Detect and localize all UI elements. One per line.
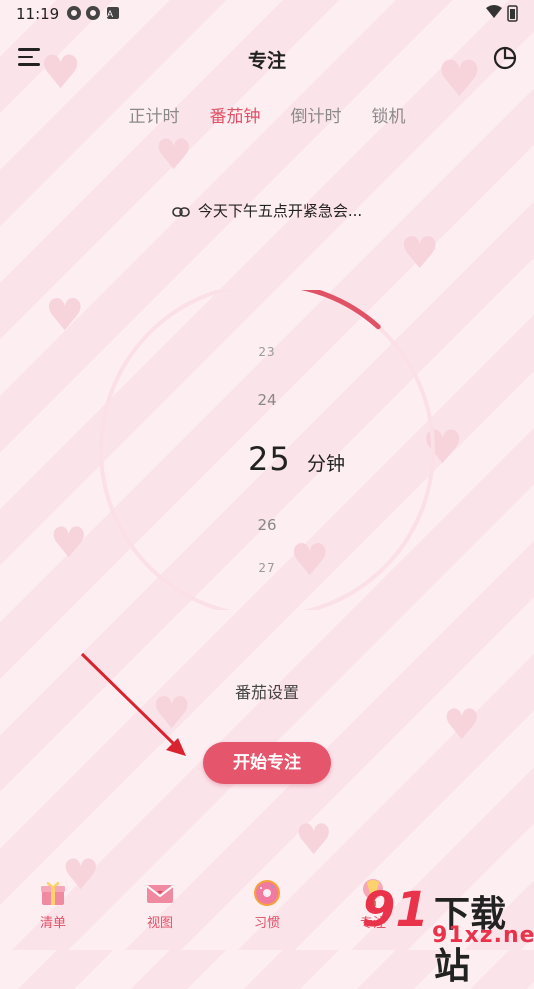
nav-label: 习惯 <box>253 916 280 931</box>
wifi-battery-icon <box>486 5 518 22</box>
picker-value[interactable]: 27 <box>0 561 534 575</box>
heart-decoration-icon: ♥ <box>443 700 481 749</box>
picker-current-value[interactable]: 25 <box>248 440 291 478</box>
dial-progress <box>300 290 381 330</box>
tab-pomodoro[interactable]: 番茄钟 <box>210 102 261 127</box>
notification-icons: A <box>67 6 119 20</box>
tab-countdown[interactable]: 倒计时 <box>291 102 342 127</box>
heart-decoration-icon: ♥ <box>400 228 440 279</box>
nav-label: 视图 <box>146 916 173 931</box>
donut-icon <box>254 880 280 906</box>
tab-count-up[interactable]: 正计时 <box>129 102 180 127</box>
nav-item-list[interactable]: 清单 <box>13 878 93 931</box>
picker-unit: 分钟 <box>307 453 346 475</box>
gift-icon <box>41 881 65 905</box>
status-notification-icons: A <box>66 5 124 25</box>
statistics-pie-icon[interactable] <box>493 46 517 70</box>
picker-value[interactable]: 24 <box>0 391 534 409</box>
page-title: 专注 <box>247 50 286 72</box>
watermark-logo: 91 <box>362 882 429 938</box>
watermark-url: 91xz.net <box>432 923 534 948</box>
heart-decoration-icon: ♥ <box>155 130 193 179</box>
linked-task-label: 今天下午五点开紧急会... <box>197 202 363 220</box>
nav-label: 清单 <box>39 916 66 931</box>
status-system-icons <box>484 4 520 26</box>
svg-text:A: A <box>107 9 119 19</box>
link-icon <box>172 203 190 221</box>
envelope-icon <box>146 885 174 903</box>
red-arrow-annotation <box>80 652 186 756</box>
heart-decoration-icon: ♥ <box>45 290 85 341</box>
start-focus-button[interactable]: 开始专注 <box>203 742 331 784</box>
tab-lock[interactable]: 锁机 <box>372 102 406 127</box>
linked-task[interactable]: 今天下午五点开紧急会... <box>0 200 534 221</box>
heart-decoration-icon: ♥ <box>295 815 333 864</box>
mode-tabs: 正计时 番茄钟 倒计时 锁机 <box>0 102 534 127</box>
picker-value[interactable]: 26 <box>0 516 534 534</box>
nav-item-habit[interactable]: 习惯 <box>227 878 307 931</box>
status-time: 11:19 <box>16 5 60 23</box>
nav-item-view[interactable]: 视图 <box>120 878 200 931</box>
picker-value[interactable]: 23 <box>0 345 534 359</box>
pomodoro-settings-link[interactable]: 番茄设置 <box>0 679 534 703</box>
